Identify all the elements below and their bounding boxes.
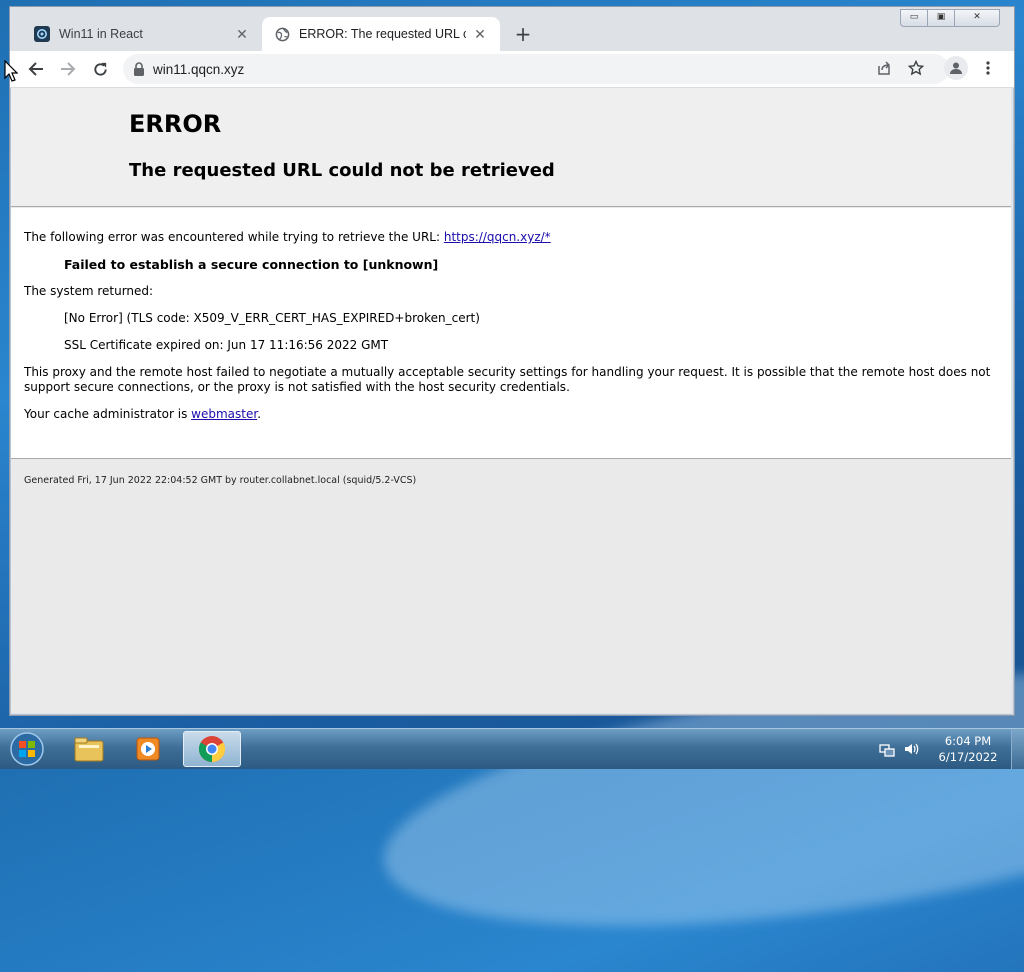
explanation-paragraph: This proxy and the remote host failed to…: [24, 365, 991, 394]
error-body: The following error was encountered whil…: [11, 208, 1011, 459]
share-icon[interactable]: [874, 58, 894, 78]
requested-url-link[interactable]: https://qqcn.xyz/*: [444, 230, 551, 244]
generated-footer: Generated Fri, 17 Jun 2022 22:04:52 GMT …: [24, 475, 417, 486]
page-title: ERROR: [129, 110, 222, 138]
url-text[interactable]: win11.qqcn.xyz: [153, 62, 244, 77]
tab-title: ERROR: The requested URL could not be re…: [299, 27, 466, 41]
admin-paragraph: Your cache administrator is webmaster.: [24, 407, 261, 421]
page-content: ERROR The requested URL could not be ret…: [11, 88, 1011, 713]
tab-error-page[interactable]: ERROR: The requested URL could not be re…: [262, 17, 500, 51]
window-controls: ▭ ▣ ✕: [900, 9, 1000, 27]
reload-icon[interactable]: [88, 57, 112, 81]
failure-message: Failed to establish a secure connection …: [64, 257, 439, 272]
clock-time: 6:04 PM: [944, 734, 992, 748]
intro-text: The following error was encountered whil…: [24, 230, 444, 244]
tls-error-text: [No Error] (TLS code: X509_V_ERR_CERT_HA…: [64, 311, 480, 325]
tab-strip: Win11 in React ✕ ERROR: The requested UR…: [10, 7, 1014, 51]
tab-close-icon[interactable]: ✕: [472, 26, 488, 43]
browser-toolbar: win11.qqcn.xyz: [10, 51, 1014, 88]
page-subtitle: The requested URL could not be retrieved: [129, 160, 555, 181]
error-header: ERROR The requested URL could not be ret…: [11, 88, 1011, 207]
globe-icon: [274, 26, 290, 42]
minimize-icon[interactable]: ▭: [900, 9, 928, 27]
taskbar: 6:04 PM 6/17/2022: [0, 728, 1024, 769]
bookmark-star-icon[interactable]: [906, 58, 926, 78]
system-returned-label: The system returned:: [24, 284, 154, 298]
admin-end: .: [257, 407, 262, 421]
new-tab-button[interactable]: +: [510, 21, 536, 47]
system-tray: 6:04 PM 6/17/2022: [879, 729, 1024, 769]
intro-paragraph: The following error was encountered whil…: [24, 230, 551, 244]
maximize-icon[interactable]: ▣: [927, 9, 955, 27]
windows-explorer-taskbar-icon[interactable]: [60, 731, 118, 767]
network-icon[interactable]: [879, 741, 895, 757]
volume-icon[interactable]: [903, 741, 919, 757]
clock-date: 6/17/2022: [938, 750, 998, 764]
tab-close-icon[interactable]: ✕: [234, 26, 250, 43]
tab-title: Win11 in React: [59, 27, 143, 41]
browser-window: Win11 in React ✕ ERROR: The requested UR…: [9, 6, 1015, 716]
chrome-taskbar-icon[interactable]: [183, 731, 241, 767]
webmaster-link[interactable]: webmaster: [191, 407, 257, 421]
address-bar[interactable]: win11.qqcn.xyz: [123, 54, 949, 84]
forward-arrow-icon[interactable]: [56, 57, 80, 81]
start-button[interactable]: [8, 731, 46, 767]
show-desktop-button[interactable]: [1011, 729, 1024, 769]
tab-win11-in-react[interactable]: Win11 in React ✕: [22, 17, 262, 51]
back-arrow-icon[interactable]: [24, 57, 48, 81]
cert-expired-text: SSL Certificate expired on: Jun 17 11:16…: [64, 338, 389, 352]
menu-kebab-icon[interactable]: [978, 58, 998, 78]
profile-avatar-icon[interactable]: [944, 56, 968, 80]
react-favicon-icon: [34, 26, 50, 42]
media-player-taskbar-icon[interactable]: [120, 731, 178, 767]
clock[interactable]: 6:04 PM 6/17/2022: [925, 733, 1011, 765]
close-icon[interactable]: ✕: [954, 9, 1000, 27]
admin-text: Your cache administrator is: [24, 407, 192, 421]
lock-icon[interactable]: [133, 62, 145, 76]
